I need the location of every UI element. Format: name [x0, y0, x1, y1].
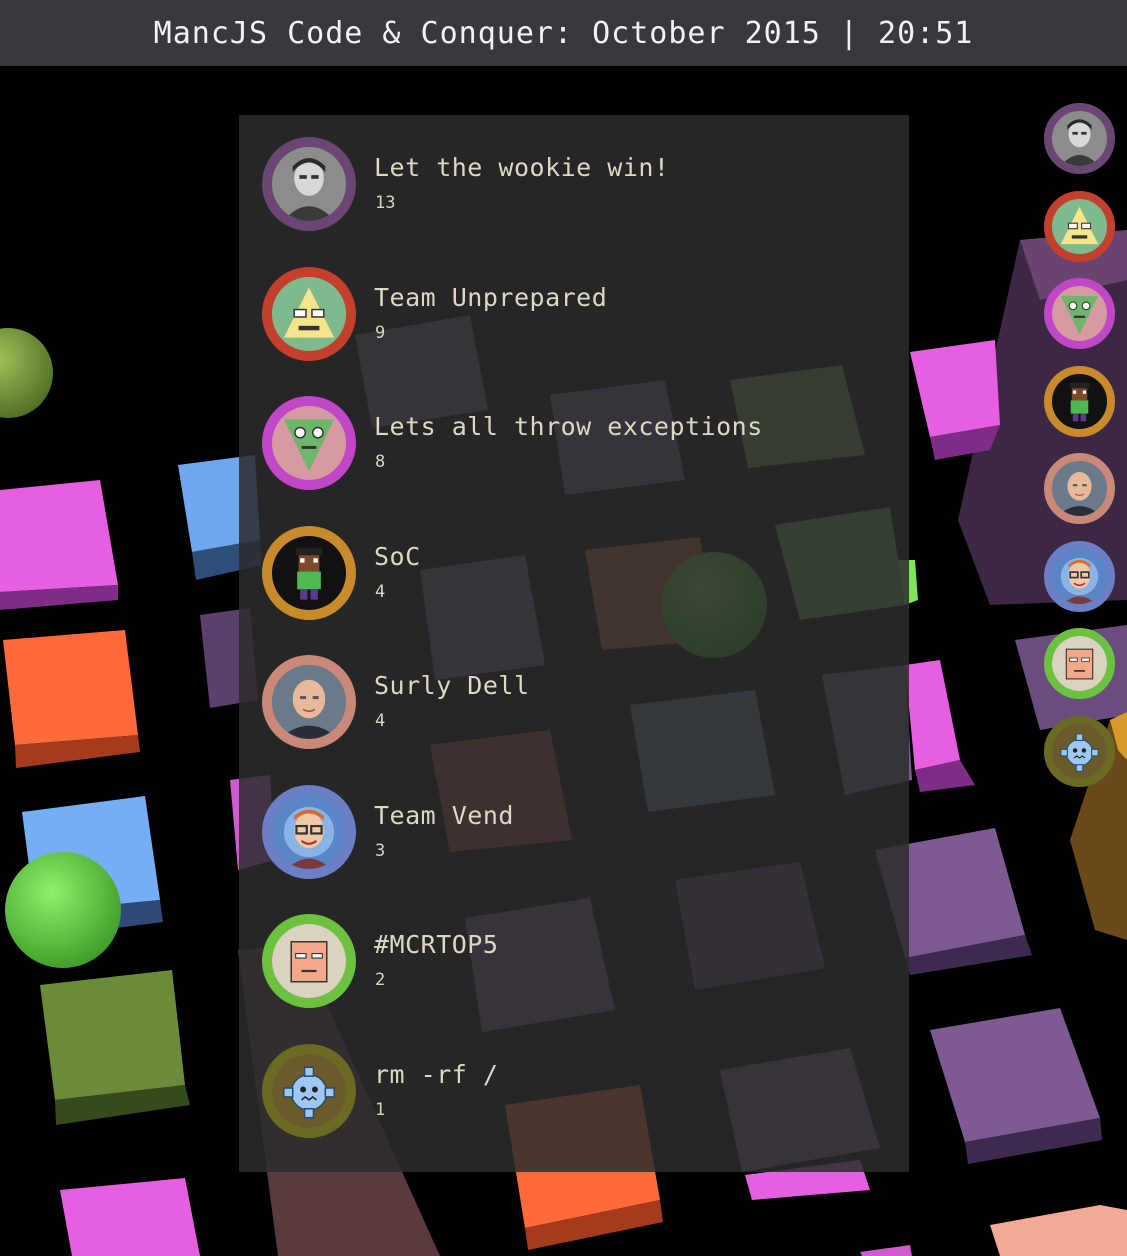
header-title: MancJS Code & Conquer: October 2015 | 20…: [153, 15, 974, 51]
leaderboard-row: rm -rf / 1: [239, 1043, 909, 1154]
bald-man-portrait-icon: [262, 655, 356, 749]
team-score: 9: [375, 322, 386, 343]
sphere-green-left-top: [0, 328, 53, 418]
leaderboard-row: #MCRTOP5 2: [239, 914, 909, 1024]
team-name: #MCRTOP5: [374, 930, 499, 959]
cartoon-glasses-icon: [262, 784, 356, 879]
header-bar: MancJS Code & Conquer: October 2015 | 20…: [0, 0, 1127, 66]
man-portrait-icon: [1044, 103, 1115, 174]
triangle-face-icon: [1044, 190, 1115, 262]
tile-magenta-bottom: [745, 1160, 912, 1256]
tile-orange-left: [3, 630, 140, 768]
team-name: rm -rf /: [374, 1059, 499, 1089]
leaderboard-row: Team Vend 3: [239, 784, 909, 895]
bald-man-portrait-icon: [1044, 453, 1115, 524]
pixel-character-icon: [1044, 365, 1115, 437]
inverted-triangle-face-icon: [1044, 278, 1115, 349]
square-face-icon: [262, 914, 356, 1008]
gear-face-icon: [1044, 715, 1115, 787]
tile-magenta-right-2: [905, 660, 975, 792]
triangle-face-icon: [262, 266, 356, 361]
team-name: Lets all throw exceptions: [374, 412, 763, 441]
leaderboard-row: Surly Dell 4: [239, 655, 909, 765]
tile-purple-right-2: [930, 1008, 1102, 1164]
leaderboard-row: Lets all throw exceptions 8: [239, 396, 909, 506]
team-name: Let the wookie win!: [374, 153, 670, 182]
team-score: 4: [375, 581, 386, 602]
team-name: Surly Dell: [374, 671, 530, 700]
tile-magenta-left: [0, 480, 118, 610]
leaderboard-row: Let the wookie win! 13: [239, 137, 909, 247]
team-score: 2: [375, 970, 386, 990]
leaderboard-panel: Let the wookie win! 13 Team Unprepared 9 Let…: [239, 115, 909, 1172]
man-portrait-icon: [262, 137, 356, 231]
inverted-triangle-face-icon: [262, 396, 356, 490]
team-score: 8: [375, 452, 386, 472]
cartoon-glasses-icon: [1044, 540, 1115, 612]
square-face-icon: [1044, 628, 1115, 699]
sphere-green-left: [5, 852, 121, 968]
team-score: 3: [375, 840, 386, 861]
pixel-character-icon: [262, 525, 356, 620]
leaderboard-row: Team Unprepared 9: [239, 266, 909, 377]
tile-magenta-right: [910, 340, 1000, 460]
tile-olive-left: [40, 970, 190, 1125]
leaderboard-row: SoC 4: [239, 525, 909, 636]
team-name: Team Vend: [374, 800, 514, 830]
team-score: 1: [375, 1099, 386, 1120]
tile-magenta-bottom-left: [60, 1178, 200, 1256]
gear-face-icon: [262, 1043, 356, 1138]
team-score: 13: [375, 193, 396, 213]
team-name: SoC: [374, 541, 421, 571]
team-name: Team Unprepared: [374, 282, 608, 312]
tile-peach-bottom-right: [990, 1205, 1127, 1256]
team-score: 4: [375, 711, 386, 731]
